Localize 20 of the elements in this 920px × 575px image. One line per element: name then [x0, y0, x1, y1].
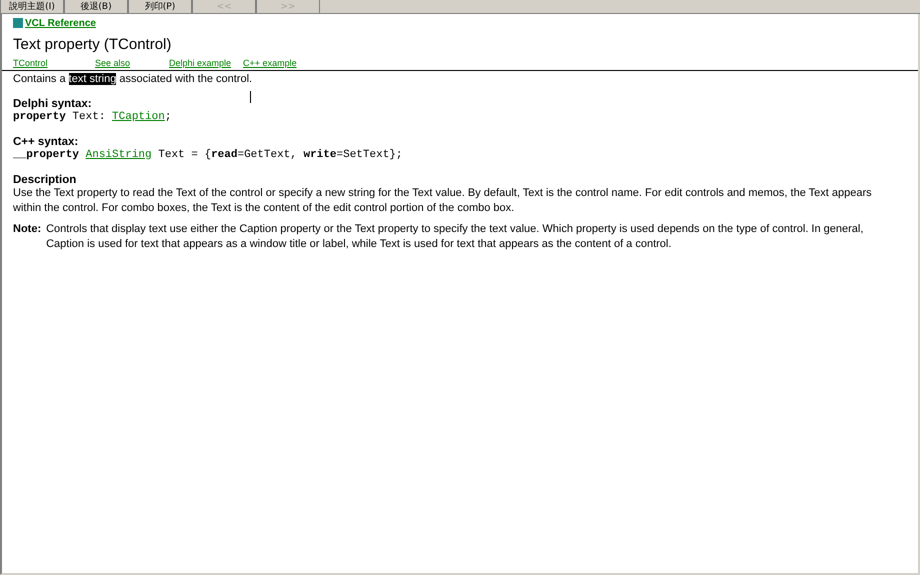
code-line: property Text: TCaption;: [13, 111, 172, 123]
note-label: Note:: [13, 222, 42, 237]
section-heading: C++ syntax:: [13, 136, 80, 148]
breadcrumb-link[interactable]: VCL Reference: [25, 18, 96, 28]
topic-link[interactable]: Delphi example: [169, 58, 232, 68]
toolbar-button[interactable]: 列印(P): [128, 0, 192, 14]
type-link[interactable]: TCaption: [112, 111, 165, 123]
note-text: Controls that display text use either the Caption property or the Text property to specify the text value. Which property is used depends on the type of control. In general, Caption is used for text that appears as a window title or label, while Text is used for text that appears as the content of a control.: [46, 222, 864, 252]
topic-title: Text property (TControl): [13, 35, 172, 55]
description-text: Use the Text property to read the Text of the control or specify a new string for the Text value. By default, Text is the control name. For edit controls and memos, the Text appears within the control. For combo boxes, the Text is the content of the edit control portion of the combo box.: [13, 186, 873, 216]
topic-link[interactable]: C++ example: [243, 58, 297, 68]
toolbar-button[interactable]: 後退(B): [64, 0, 128, 14]
toolbar-button[interactable]: 說明主題(I): [0, 0, 64, 14]
topic-link[interactable]: TControl: [13, 58, 83, 68]
section-heading: Delphi syntax:: [13, 98, 93, 110]
type-link[interactable]: AnsiString: [86, 149, 152, 161]
intro-text: Contains a text string associated with the control.: [13, 73, 254, 85]
topic-link[interactable]: See also: [95, 58, 157, 68]
code-line: __property AnsiString Text = {read=GetText, write=SetText};: [13, 149, 404, 161]
section-heading: Description: [13, 174, 78, 186]
